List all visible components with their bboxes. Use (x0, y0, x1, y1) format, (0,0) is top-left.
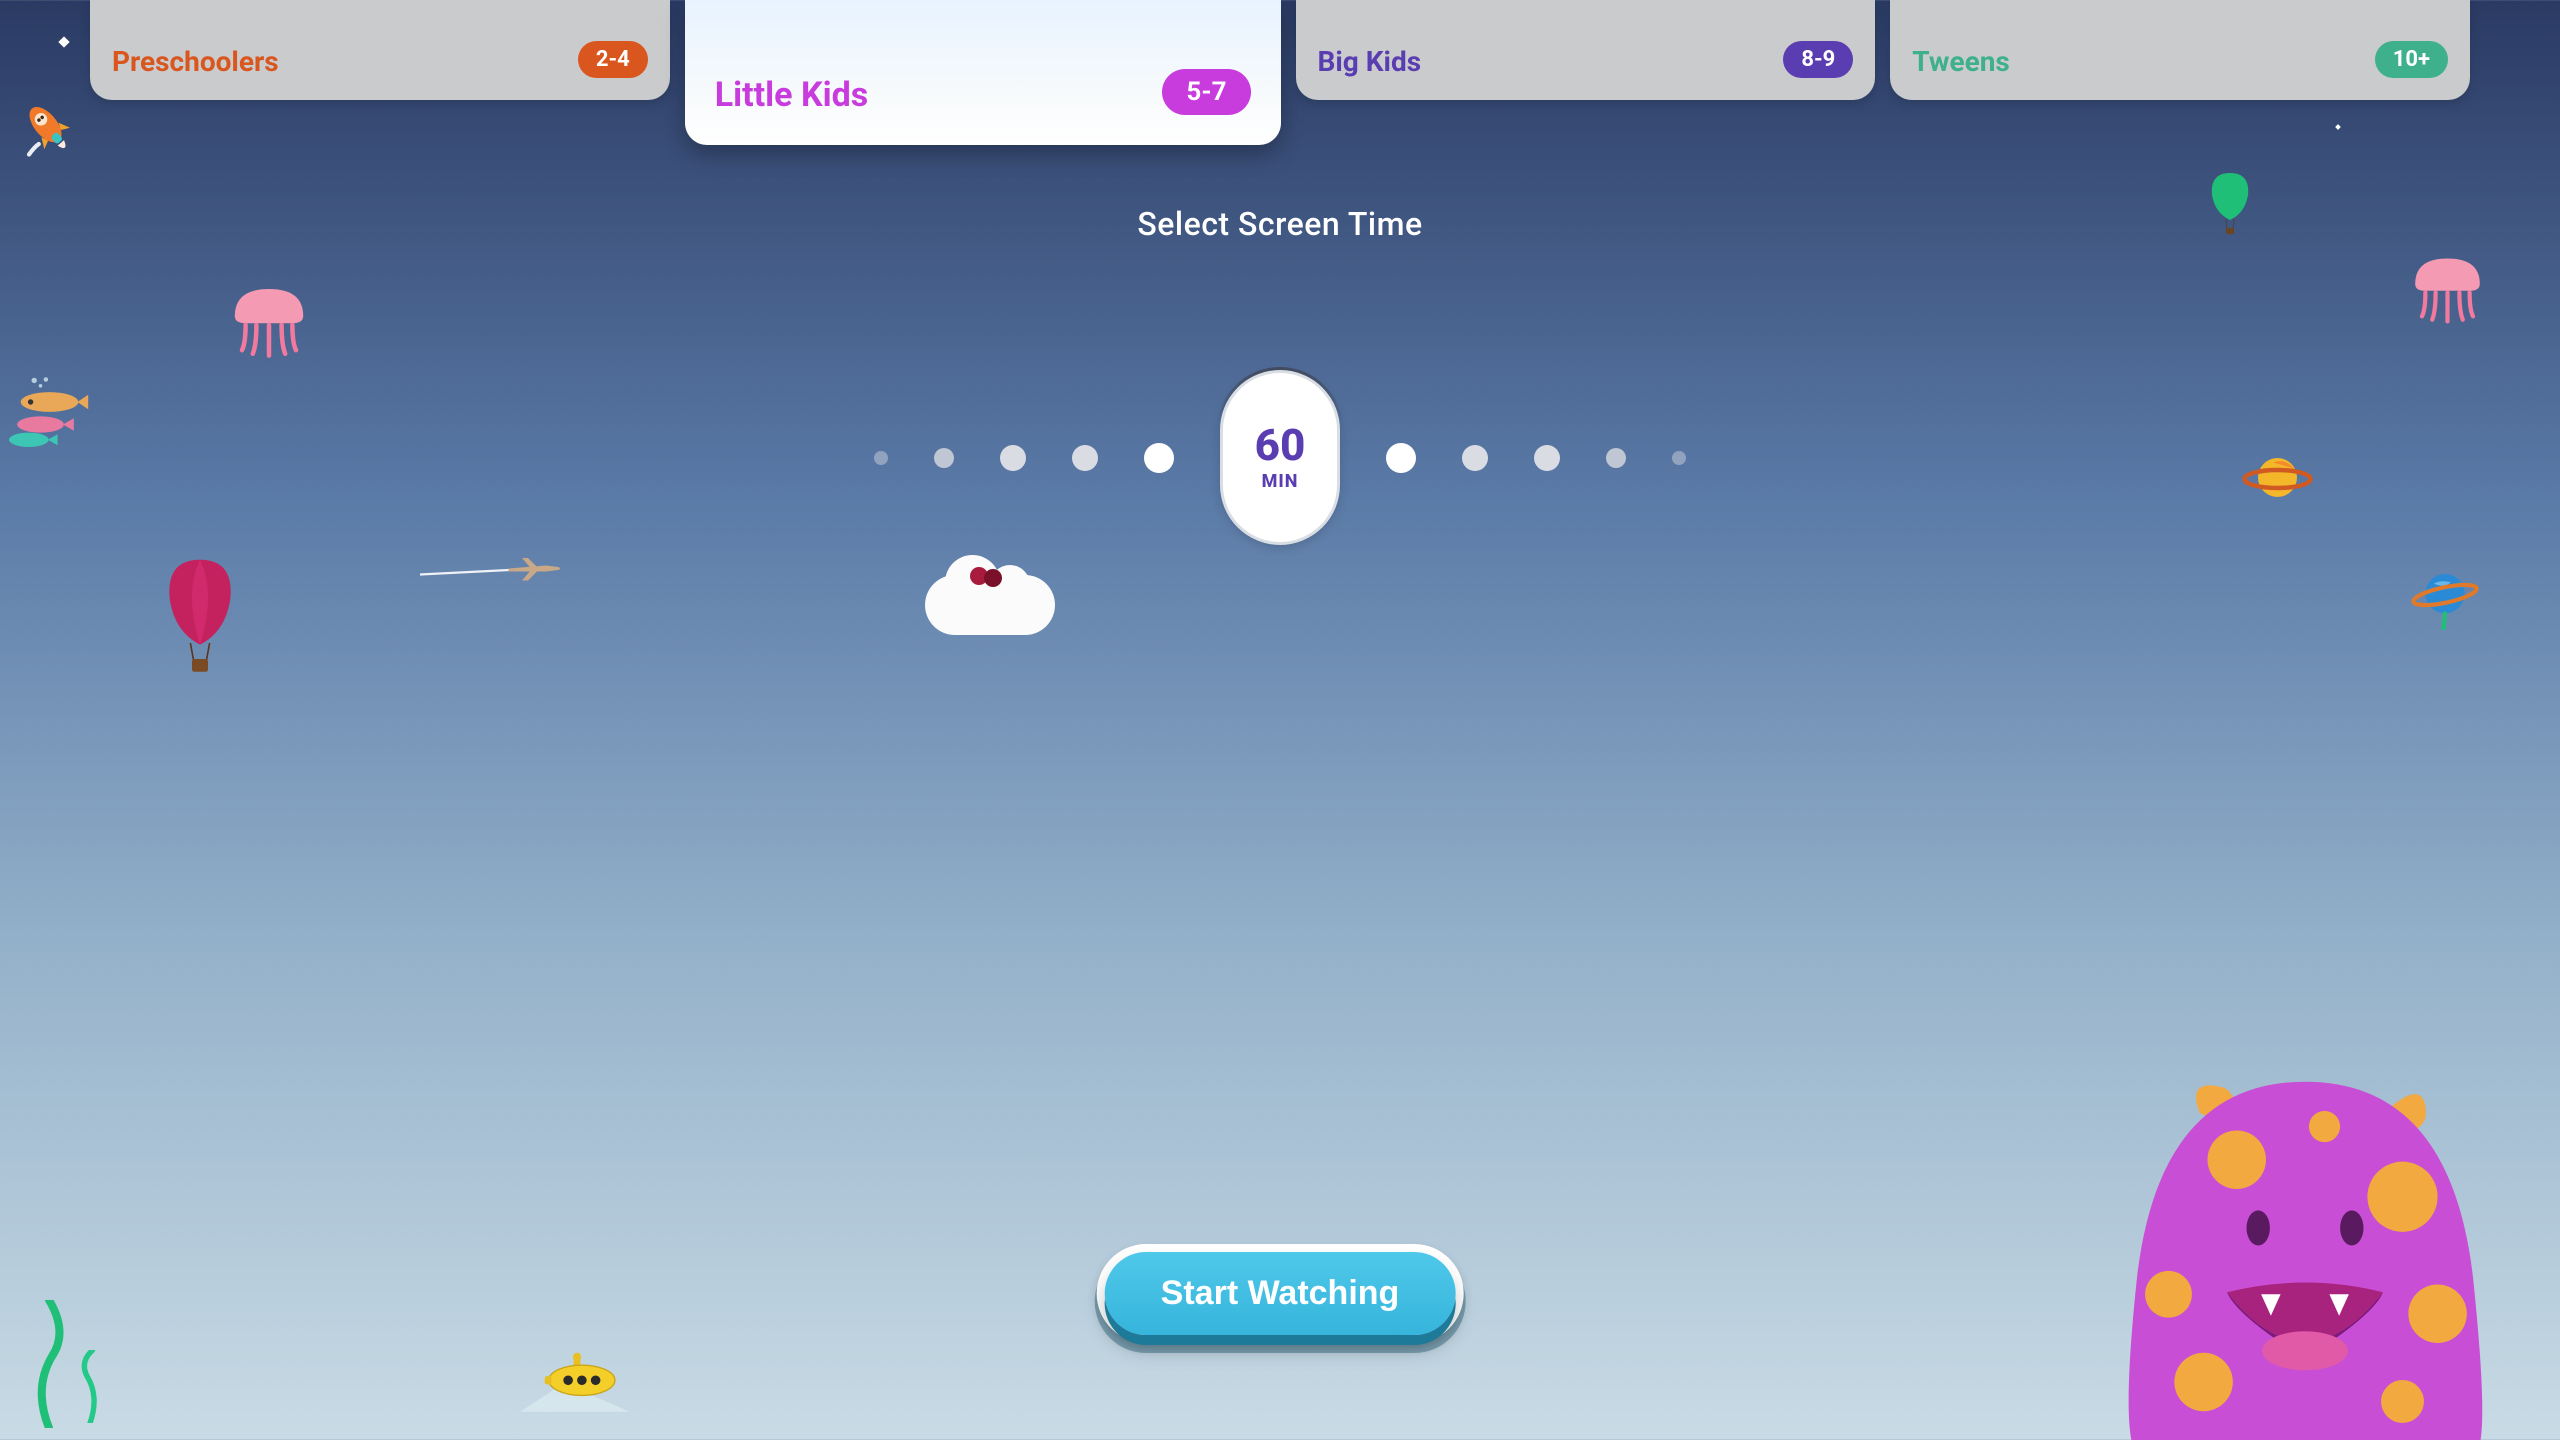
age-range-badge: 5-7 (1162, 69, 1250, 115)
cloud-icon (925, 575, 1055, 635)
slider-dot[interactable] (1672, 451, 1686, 465)
slider-dot[interactable] (1072, 445, 1098, 471)
slider-dot[interactable] (1606, 448, 1626, 468)
current-time-pill[interactable]: 60 MIN (1220, 370, 1340, 545)
age-card-little-kids[interactable]: Little Kids 5-7 (685, 0, 1281, 145)
age-range-badge: 10+ (2375, 41, 2448, 78)
age-category-row: Preschoolers 2-4 Little Kids 5-7 Big Kid… (90, 0, 2470, 145)
monster-character-icon (2110, 1070, 2500, 1440)
start-watching-button[interactable]: Start Watching (1105, 1252, 1456, 1335)
screen-time-slider[interactable]: 60 MIN (0, 370, 2560, 545)
slider-dot[interactable] (1462, 445, 1488, 471)
slider-dot[interactable] (1534, 445, 1560, 471)
age-card-tweens[interactable]: Tweens 10+ (1890, 0, 2470, 100)
slider-dot[interactable] (1000, 445, 1026, 471)
jellyfish-icon (224, 280, 314, 370)
age-card-big-kids[interactable]: Big Kids 8-9 (1296, 0, 1876, 100)
seaweed-icon (70, 1350, 110, 1440)
submarine-icon (520, 1350, 630, 1410)
section-title: Select Screen Time (0, 205, 2560, 243)
time-unit: MIN (1262, 471, 1299, 492)
age-range-badge: 8-9 (1783, 41, 1853, 78)
slider-dot[interactable] (874, 451, 888, 465)
jellyfish-icon (2405, 250, 2490, 335)
start-button-container: Start Watching (1105, 1252, 1456, 1335)
age-card-label: Little Kids (715, 75, 868, 115)
slider-dot[interactable] (1386, 443, 1416, 473)
age-card-label: Preschoolers (112, 45, 279, 78)
hot-air-balloon-icon (160, 555, 240, 695)
slider-dot[interactable] (1144, 443, 1174, 473)
age-card-preschoolers[interactable]: Preschoolers 2-4 (90, 0, 670, 100)
airplane-icon (420, 555, 570, 585)
rocket-icon (15, 95, 85, 165)
berries-icon (970, 555, 998, 593)
star-icon (58, 36, 69, 47)
age-card-label: Big Kids (1318, 45, 1422, 78)
seaweed-icon (25, 1300, 105, 1440)
slider-dot[interactable] (934, 448, 954, 468)
age-card-label: Tweens (1912, 45, 2010, 78)
age-range-badge: 2-4 (578, 41, 648, 78)
time-value: 60 (1255, 423, 1306, 467)
ringed-planet-icon (2410, 560, 2480, 630)
